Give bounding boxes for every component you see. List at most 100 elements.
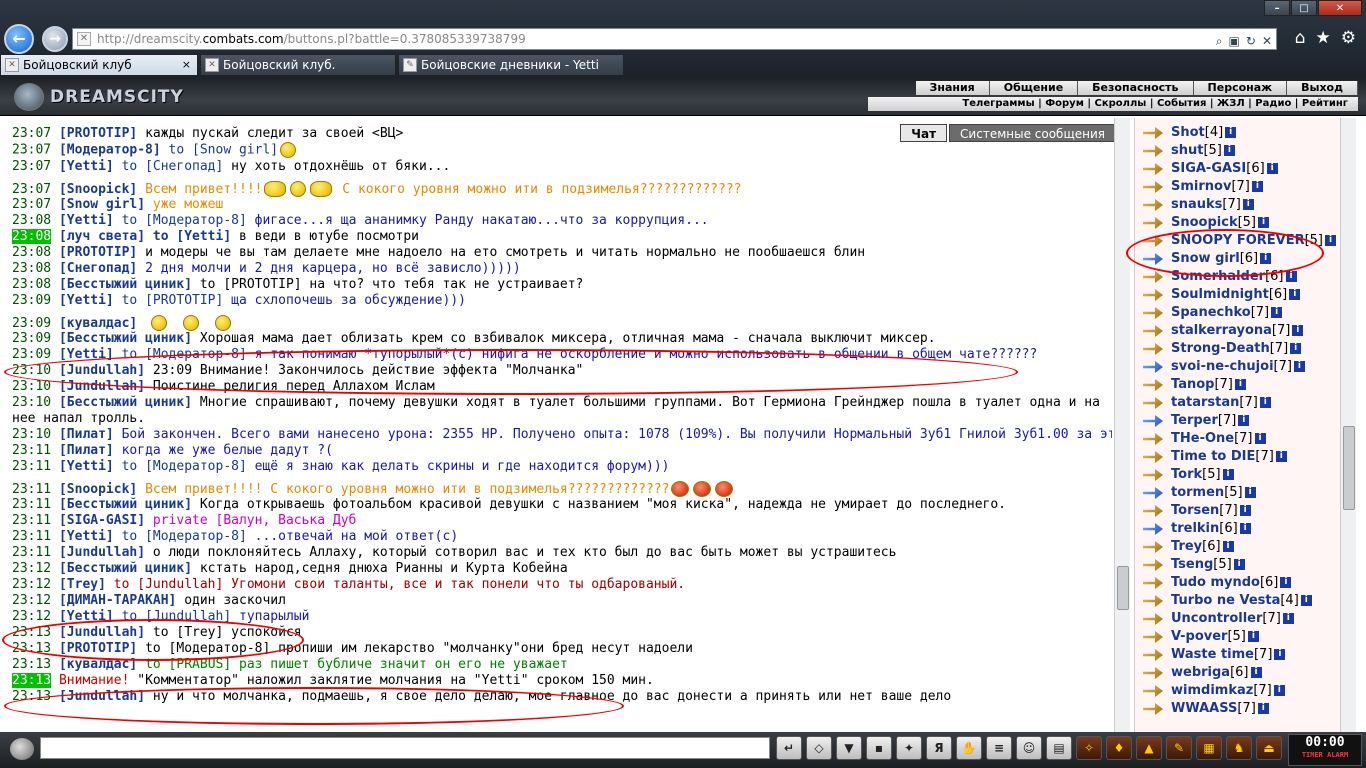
private-arrow-icon[interactable] <box>1143 325 1163 337</box>
message-nick[interactable]: [Yetti] <box>59 159 114 174</box>
info-icon[interactable]: i <box>1225 127 1237 138</box>
user-row[interactable]: Trey[6] i <box>1139 538 1351 556</box>
magic-wand-icon[interactable]: ✧ <box>1076 736 1102 760</box>
message-time[interactable]: 23:09 <box>12 347 51 362</box>
private-arrow-icon[interactable] <box>1143 181 1163 193</box>
menu-character[interactable]: Персонаж <box>1193 81 1288 95</box>
message-time[interactable]: 23:08 <box>12 261 51 276</box>
user-row[interactable]: Turbo ne Vesta[4] i <box>1139 592 1351 610</box>
message-nick[interactable]: [Пилат] <box>59 443 114 458</box>
user-name[interactable]: Terper <box>1171 413 1218 428</box>
message-nick[interactable]: [Бесстыжий циник] <box>59 497 192 512</box>
info-icon[interactable]: i <box>1290 343 1302 354</box>
user-name[interactable]: tormen <box>1171 485 1224 500</box>
private-arrow-icon[interactable] <box>1143 163 1163 175</box>
user-name[interactable]: tatarstan <box>1171 395 1239 410</box>
message-recipient[interactable]: to [Модератор-8] <box>114 347 247 362</box>
user-name[interactable]: THe-One <box>1171 431 1234 446</box>
inventory-icon[interactable]: ▦ <box>1196 736 1222 760</box>
info-icon[interactable]: i <box>1238 415 1250 426</box>
user-row[interactable]: Uncontroller[7] i <box>1139 610 1351 628</box>
info-icon[interactable]: i <box>1222 541 1234 552</box>
user-name[interactable]: Waste time <box>1171 647 1254 662</box>
browser-tab-1[interactable]: ✕ Бойцовский клуб × <box>0 54 198 76</box>
back-button[interactable]: ← <box>4 24 34 54</box>
private-arrow-icon[interactable] <box>1143 415 1163 427</box>
message-time[interactable]: 23:08 <box>12 277 51 292</box>
menu-exit[interactable]: Выход <box>1287 81 1358 95</box>
private-arrow-icon[interactable] <box>1143 469 1163 481</box>
message-time[interactable]: 23:11 <box>12 443 51 458</box>
minimize-button[interactable]: – <box>1264 0 1290 16</box>
address-bar[interactable]: ✕ http://dreamscity.combats.com/buttons.… <box>72 28 1277 50</box>
user-row[interactable]: Soulmidnight[6] i <box>1139 286 1351 304</box>
private-arrow-icon[interactable] <box>1143 379 1163 391</box>
user-name[interactable]: Tork <box>1171 467 1202 482</box>
treasure-icon[interactable]: ▲ <box>1136 736 1162 760</box>
user-name[interactable]: SIGA-GASI <box>1171 161 1246 176</box>
user-row[interactable]: Tork[5] i <box>1139 466 1351 484</box>
private-arrow-icon[interactable] <box>1143 253 1163 265</box>
private-arrow-icon[interactable] <box>1143 667 1163 679</box>
browser-tab-3[interactable]: ✎ Бойцовские дневники - Yetti <box>398 54 624 76</box>
message-nick[interactable]: [ДИМАН-ТАРАКАН] <box>59 593 176 608</box>
message-nick[interactable]: [Yetti] <box>59 529 114 544</box>
user-row[interactable]: Shot[4] i <box>1139 124 1351 142</box>
user-name[interactable]: Soulmidnight <box>1171 287 1269 302</box>
private-arrow-icon[interactable] <box>1143 145 1163 157</box>
forward-button[interactable]: → <box>42 26 68 52</box>
message-time[interactable]: 23:12 <box>12 609 51 624</box>
message-time[interactable]: 23:11 <box>12 497 51 512</box>
chat-scroll-thumb[interactable] <box>1117 566 1129 610</box>
message-recipient[interactable]: to [Снегопад] <box>114 159 224 174</box>
message-time[interactable]: 23:12 <box>12 561 51 576</box>
message-time[interactable]: 23:08 <box>12 245 51 260</box>
user-name[interactable]: Smirnov <box>1171 179 1231 194</box>
message-nick[interactable]: [кувалдас] <box>59 657 137 672</box>
search-icon[interactable]: ⌕ <box>1216 31 1223 51</box>
message-nick[interactable]: [Jundullah] <box>59 545 145 560</box>
hand-icon[interactable]: ✋ <box>956 736 982 760</box>
private-arrow-icon[interactable] <box>1143 649 1163 661</box>
message-nick[interactable]: [Jundullah] <box>59 363 145 378</box>
private-arrow-icon[interactable] <box>1143 559 1163 571</box>
info-icon[interactable]: i <box>1282 613 1294 624</box>
private-arrow-icon[interactable] <box>1143 289 1163 301</box>
private-arrow-icon[interactable] <box>1143 361 1163 373</box>
info-icon[interactable]: i <box>1258 217 1270 228</box>
message-nick[interactable]: [Модератор-8] <box>59 143 161 158</box>
message-time[interactable]: 23:07 <box>12 143 51 158</box>
info-icon[interactable]: i <box>1250 667 1262 678</box>
private-arrow-icon[interactable] <box>1143 541 1163 553</box>
info-icon[interactable]: i <box>1275 451 1287 462</box>
message-time[interactable]: 23:07 <box>12 182 51 197</box>
message-time[interactable]: 23:12 <box>12 593 51 608</box>
send-icon[interactable]: ↵ <box>776 736 802 760</box>
private-arrow-icon[interactable] <box>1143 487 1163 499</box>
private-arrow-icon[interactable] <box>1143 199 1163 211</box>
info-icon[interactable]: i <box>1254 433 1266 444</box>
filter-icon[interactable]: ▼ <box>836 736 862 760</box>
user-name[interactable]: WWAASS <box>1171 701 1237 716</box>
message-recipient[interactable]: to [Jundullah] <box>114 609 232 624</box>
info-icon[interactable]: i <box>1242 199 1254 210</box>
private-arrow-icon[interactable] <box>1143 271 1163 283</box>
message-time[interactable]: 23:11 <box>12 529 51 544</box>
user-name[interactable]: Tseng <box>1171 557 1213 572</box>
user-name[interactable]: Snow girl <box>1171 251 1240 266</box>
message-time[interactable]: 23:11 <box>12 482 51 497</box>
user-name[interactable]: webriga <box>1171 665 1230 680</box>
user-name[interactable]: Tanop <box>1171 377 1214 392</box>
info-icon[interactable]: i <box>1271 307 1283 318</box>
info-icon[interactable]: i <box>1289 289 1301 300</box>
message-nick[interactable]: [PROTOTIP] <box>59 245 137 260</box>
user-name[interactable]: stalkerrayona <box>1171 323 1272 338</box>
user-row[interactable]: SNOOPY FOREVER[5] i <box>1139 232 1351 250</box>
user-row[interactable]: tatarstan[7] i <box>1139 394 1351 412</box>
user-name[interactable]: SNOOPY FOREVER <box>1171 233 1305 248</box>
user-row[interactable]: shut[5] i <box>1139 142 1351 160</box>
message-recipient[interactable]: to [Модератор-8] <box>114 213 247 228</box>
user-name[interactable]: Snoopick <box>1171 215 1238 230</box>
message-nick[interactable]: [PROTOTIP] <box>59 126 137 141</box>
message-time[interactable]: 23:08 <box>12 228 52 244</box>
